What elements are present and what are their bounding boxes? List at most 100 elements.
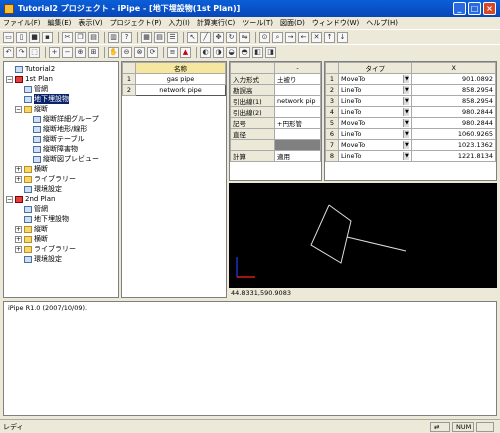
- vertex-type-cell[interactable]: LineTo ▼: [337, 150, 413, 162]
- property-value[interactable]: network pip: [274, 95, 321, 107]
- object-list-grid[interactable]: 名称 1 gas pipe 2 network pipe: [121, 61, 227, 298]
- collapse-icon[interactable]: −: [15, 105, 22, 113]
- menu-item[interactable]: ウィンドウ(W): [312, 18, 359, 28]
- expand-icon[interactable]: +: [15, 165, 22, 173]
- search-icon[interactable]: ⌕: [272, 31, 283, 43]
- warning-icon[interactable]: ▲: [180, 46, 191, 58]
- zoom-prev-icon[interactable]: ⊖: [121, 46, 132, 58]
- paste-icon[interactable]: ▤: [88, 31, 99, 43]
- type-column-header[interactable]: タイプ: [337, 62, 413, 74]
- print-icon[interactable]: ▥: [108, 31, 119, 43]
- tree-node[interactable]: 環境設定: [6, 254, 116, 264]
- zoom-in-icon[interactable]: +: [49, 46, 60, 58]
- drawing-canvas[interactable]: [229, 183, 497, 288]
- arrow-left-icon[interactable]: ←: [298, 31, 309, 43]
- list-icon[interactable]: ☰: [167, 31, 178, 43]
- property-value[interactable]: [274, 139, 321, 151]
- menu-item[interactable]: プロジェクト(P): [110, 18, 162, 28]
- dropdown-arrow-icon[interactable]: ▼: [403, 97, 410, 105]
- binocular-icon[interactable]: ⊙: [259, 31, 270, 43]
- save-all-icon[interactable]: ▪: [42, 31, 53, 43]
- tree-node[interactable]: 環境設定: [6, 184, 116, 194]
- tree-node[interactable]: 管網: [6, 84, 116, 94]
- tree-node[interactable]: − 1st Plan: [6, 74, 116, 84]
- property-value[interactable]: [274, 128, 321, 140]
- line-icon[interactable]: ╱: [200, 31, 211, 43]
- vertex-type-cell[interactable]: LineTo ▼: [337, 95, 413, 107]
- output-window[interactable]: iPipe R1.0 (2007/10/09).: [3, 301, 497, 416]
- property-value[interactable]: [274, 84, 321, 96]
- table-icon[interactable]: ▤: [154, 31, 165, 43]
- property-value[interactable]: [274, 106, 321, 118]
- tree-node[interactable]: − 2nd Plan: [6, 194, 116, 204]
- dropdown-arrow-icon[interactable]: ▼: [403, 130, 410, 138]
- tree-node[interactable]: + 横断: [6, 234, 116, 244]
- arrow-right-icon[interactable]: →: [285, 31, 296, 43]
- open-file-icon[interactable]: ▯: [16, 31, 27, 43]
- help-icon[interactable]: ?: [121, 31, 132, 43]
- tool-b-icon[interactable]: ◑: [213, 46, 224, 58]
- tool-c-icon[interactable]: ◒: [226, 46, 237, 58]
- pan-icon[interactable]: ✋: [108, 46, 119, 58]
- zoom-window-icon[interactable]: ⊕: [75, 46, 86, 58]
- vertex-type-cell[interactable]: MoveTo ▼: [337, 139, 413, 151]
- tree-node[interactable]: 縦断詳細グループ: [6, 114, 116, 124]
- vertex-grid[interactable]: タイプ X 1 MoveTo ▼ 901.0892 2 LineTo ▼ 858.2954 3 L…: [324, 61, 497, 181]
- tool-f-icon[interactable]: ◨: [265, 46, 276, 58]
- vertex-type-cell[interactable]: LineTo ▼: [337, 106, 413, 118]
- collapse-icon[interactable]: −: [6, 195, 13, 203]
- property-value[interactable]: 土被り: [274, 73, 321, 85]
- vertex-x-cell[interactable]: 1023.1362: [411, 139, 496, 151]
- menu-item[interactable]: ファイル(F): [3, 18, 41, 28]
- menu-item[interactable]: 入力(I): [168, 18, 190, 28]
- layer-icon[interactable]: ≡: [167, 46, 178, 58]
- select-icon[interactable]: ⬚: [29, 46, 40, 58]
- property-value[interactable]: +円形管: [274, 117, 321, 129]
- tree-node[interactable]: 地下埋設物: [6, 214, 116, 224]
- menu-item[interactable]: ツール(T): [242, 18, 273, 28]
- copy-icon[interactable]: ❐: [75, 31, 86, 43]
- project-tree[interactable]: Tutorial2−1st Plan 管網 地下埋設物 − 縦断 縦断詳細グループ 縦断地形…: [3, 61, 119, 298]
- vertex-type-cell[interactable]: MoveTo ▼: [337, 73, 413, 85]
- vertex-x-cell[interactable]: 858.2954: [411, 84, 496, 96]
- dropdown-arrow-icon[interactable]: ▼: [403, 86, 410, 94]
- tree-node[interactable]: 縦断図プレビュー: [6, 154, 116, 164]
- arrow-up-icon[interactable]: ↑: [324, 31, 335, 43]
- zoom-extents-icon[interactable]: ⊞: [88, 46, 99, 58]
- tool-a-icon[interactable]: ◐: [200, 46, 211, 58]
- dropdown-arrow-icon[interactable]: ▼: [403, 141, 410, 149]
- expand-icon[interactable]: +: [15, 245, 22, 253]
- tree-node[interactable]: + ライブラリー: [6, 244, 116, 254]
- zoom-out-icon[interactable]: −: [62, 46, 73, 58]
- menu-item[interactable]: ヘルプ(H): [366, 18, 398, 28]
- expand-icon[interactable]: +: [15, 225, 22, 233]
- property-grid[interactable]: - 入力形式 土被り 勘誤高 引出線(1) network pip 引出線(2) 記号 +円形…: [229, 61, 322, 181]
- property-value[interactable]: 適用: [274, 150, 321, 162]
- undo-icon[interactable]: ↶: [3, 46, 14, 58]
- zoom-all-icon[interactable]: ⊗: [134, 46, 145, 58]
- vertex-x-cell[interactable]: 858.2954: [411, 95, 496, 107]
- redo-icon[interactable]: ↷: [16, 46, 27, 58]
- arrow-down-icon[interactable]: ↓: [337, 31, 348, 43]
- vertex-type-cell[interactable]: LineTo ▼: [337, 128, 413, 140]
- tree-node[interactable]: Tutorial2: [6, 64, 116, 74]
- maximize-button[interactable]: □: [468, 2, 481, 15]
- grid-icon[interactable]: ▦: [141, 31, 152, 43]
- object-name-cell[interactable]: gas pipe: [135, 73, 226, 85]
- dropdown-arrow-icon[interactable]: ▼: [403, 75, 410, 83]
- minimize-button[interactable]: _: [453, 2, 466, 15]
- tool-e-icon[interactable]: ◧: [252, 46, 263, 58]
- expand-icon[interactable]: +: [15, 235, 22, 243]
- vertex-x-cell[interactable]: 980.2844: [411, 117, 496, 129]
- tree-node[interactable]: + 縦断: [6, 224, 116, 234]
- tree-node[interactable]: + ライブラリー: [6, 174, 116, 184]
- vertex-x-cell[interactable]: 1221.8134: [411, 150, 496, 162]
- dropdown-arrow-icon[interactable]: ▼: [403, 119, 410, 127]
- menu-item[interactable]: 計算実行(C): [197, 18, 235, 28]
- mirror-icon[interactable]: ⇋: [239, 31, 250, 43]
- redraw-icon[interactable]: ⟳: [147, 46, 158, 58]
- menu-item[interactable]: 編集(E): [48, 18, 72, 28]
- vertex-x-cell[interactable]: 1060.9265: [411, 128, 496, 140]
- vertex-type-cell[interactable]: MoveTo ▼: [337, 117, 413, 129]
- vertex-x-cell[interactable]: 980.2844: [411, 106, 496, 118]
